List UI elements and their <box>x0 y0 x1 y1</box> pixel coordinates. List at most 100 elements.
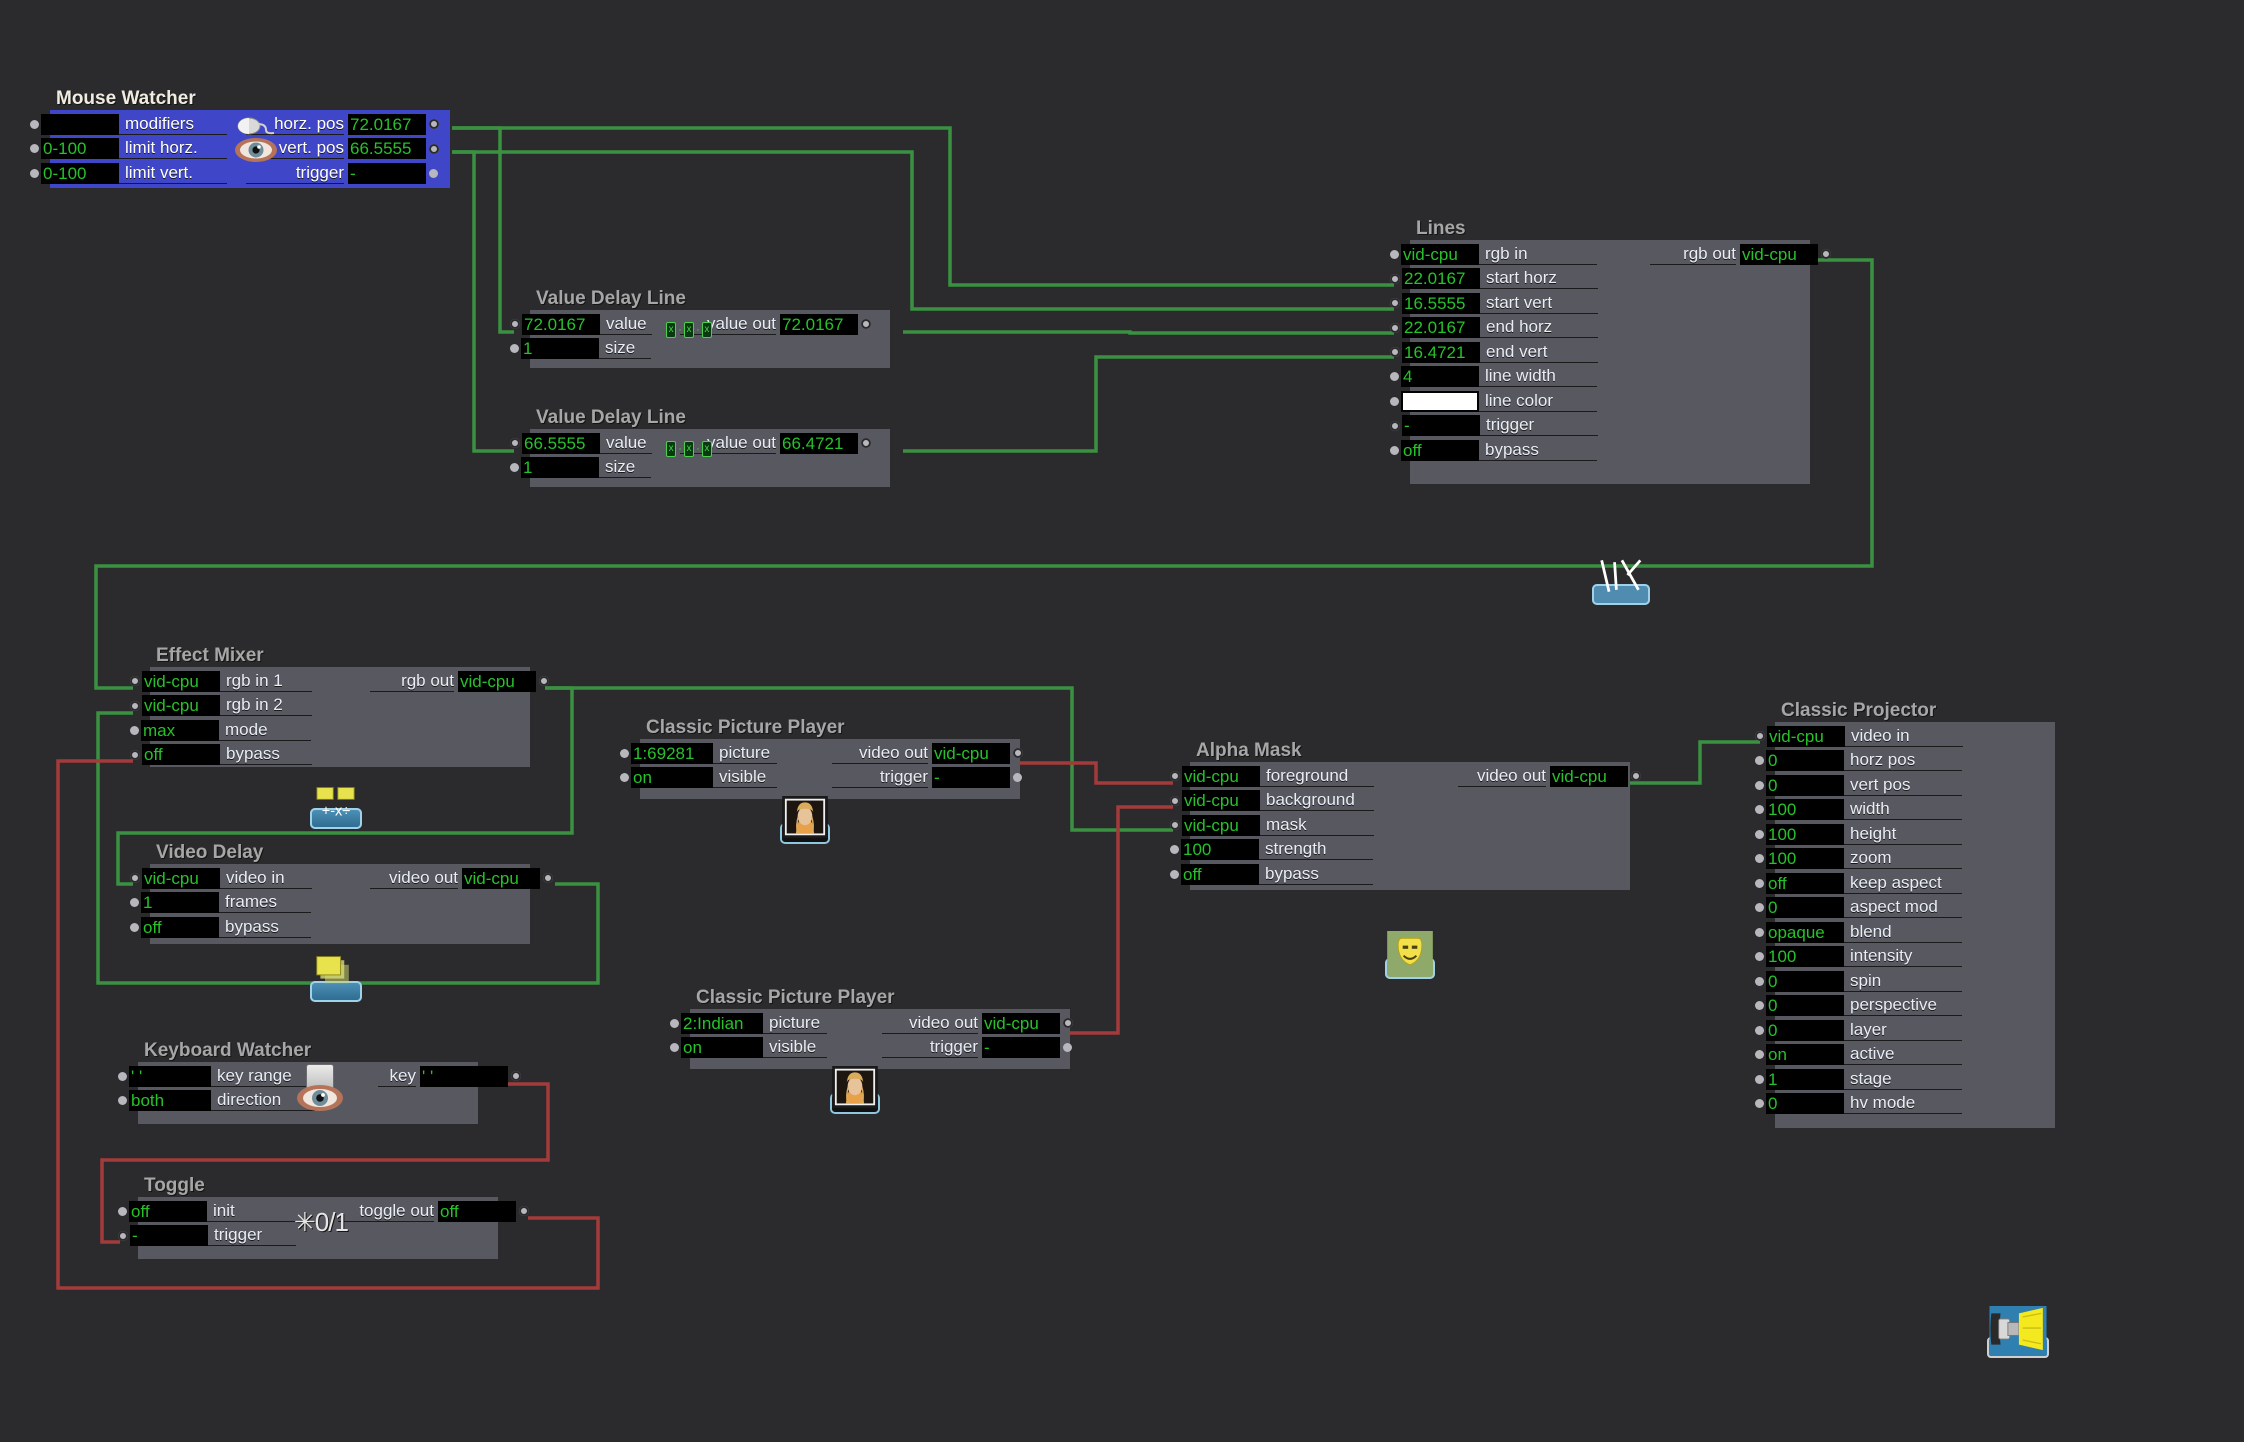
picture-field[interactable]: 2:Indian <box>681 1012 763 1034</box>
limit-horz-field[interactable]: 0-100 <box>41 138 119 160</box>
value-field[interactable]: 72.0167 <box>522 313 600 335</box>
param-row[interactable]: off bypass <box>1170 862 1630 887</box>
bypass-field[interactable]: off <box>1181 863 1259 885</box>
zoom-field[interactable]: 100 <box>1766 848 1844 870</box>
background-field[interactable]: vid-cpu <box>1182 790 1260 812</box>
param-row[interactable]: 0 vert pos <box>1755 773 2055 798</box>
param-row[interactable]: off bypass <box>130 915 530 940</box>
input-port[interactable] <box>1390 445 1399 455</box>
param-row[interactable]: vid-cpu background <box>1170 789 1630 814</box>
input-port[interactable] <box>130 700 140 711</box>
size-field[interactable]: 1 <box>521 457 599 479</box>
param-row[interactable]: 100 zoom <box>1755 847 2055 872</box>
input-port[interactable] <box>1755 878 1764 888</box>
size-field[interactable]: 1 <box>521 338 599 360</box>
param-row[interactable]: 22.0167 start horz <box>1390 267 1810 292</box>
param-row[interactable]: 1 frames <box>130 891 530 916</box>
trigger-value[interactable]: - <box>932 767 1010 789</box>
input-port[interactable] <box>620 748 629 758</box>
output-port[interactable] <box>1063 1018 1073 1029</box>
param-row[interactable]: vid-cpu rgb in 2 <box>130 694 530 719</box>
input-port[interactable] <box>118 1206 127 1216</box>
input-port[interactable] <box>510 319 520 330</box>
end-horz-field[interactable]: 22.0167 <box>1402 317 1480 339</box>
param-row[interactable]: off bypass <box>130 743 530 768</box>
param-row[interactable]: 0 horz pos <box>1755 749 2055 774</box>
param-row[interactable]: 16.4721 end vert <box>1390 340 1810 365</box>
input-port[interactable] <box>1755 1050 1764 1060</box>
param-row[interactable]: 100 height <box>1755 822 2055 847</box>
input-port[interactable] <box>620 773 629 783</box>
video-out-value[interactable]: vid-cpu <box>462 867 540 889</box>
layer-field[interactable]: 0 <box>1766 1019 1844 1041</box>
param-row[interactable]: 0 layer <box>1755 1018 2055 1043</box>
input-port[interactable] <box>130 898 139 908</box>
perspective-field[interactable]: 0 <box>1766 995 1844 1017</box>
param-row[interactable]: 1 size <box>510 456 890 481</box>
input-port[interactable] <box>1390 322 1400 333</box>
trigger-field[interactable]: - <box>1402 415 1480 437</box>
frames-field[interactable]: 1 <box>141 892 219 914</box>
param-row[interactable]: 0 aspect mod <box>1755 896 2055 921</box>
input-port[interactable] <box>1390 273 1400 284</box>
video-in-field[interactable]: vid-cpu <box>142 867 220 889</box>
keep-aspect-field[interactable]: off <box>1766 872 1844 894</box>
output-port[interactable] <box>429 168 438 178</box>
spin-field[interactable]: 0 <box>1766 970 1844 992</box>
output-port[interactable] <box>511 1071 521 1082</box>
hv-mode-field[interactable]: 0 <box>1766 1093 1844 1115</box>
param-row[interactable]: 0 hv mode <box>1755 1092 2055 1117</box>
strength-field[interactable]: 100 <box>1181 839 1259 861</box>
key-out-value[interactable]: ' ' <box>420 1065 508 1087</box>
param-row[interactable]: 4 line width <box>1390 365 1810 390</box>
rgb-out-value[interactable]: vid-cpu <box>1740 243 1818 265</box>
bypass-field[interactable]: off <box>142 744 220 766</box>
input-port[interactable] <box>510 463 519 473</box>
end-vert-field[interactable]: 16.4721 <box>1402 341 1480 363</box>
param-row[interactable]: 0-100 limit vert. trigger - <box>30 161 450 186</box>
output-port[interactable] <box>1631 771 1641 782</box>
video-out-value[interactable]: vid-cpu <box>932 742 1010 764</box>
output-port[interactable] <box>543 873 553 884</box>
param-row[interactable]: 2:Indian picture video out vid-cpu <box>670 1011 1073 1036</box>
param-row[interactable]: 1 stage <box>1755 1067 2055 1092</box>
input-port[interactable] <box>670 1018 679 1028</box>
param-row[interactable]: on visible trigger - <box>670 1036 1072 1061</box>
vert-pos-field[interactable]: 0 <box>1766 774 1844 796</box>
output-port[interactable] <box>861 319 871 330</box>
input-port[interactable] <box>1755 1025 1764 1035</box>
param-row[interactable]: 100 strength <box>1170 838 1630 863</box>
param-row[interactable]: - trigger <box>1390 414 1810 439</box>
input-port[interactable] <box>130 749 140 760</box>
stage-field[interactable]: 1 <box>1766 1068 1844 1090</box>
output-port[interactable] <box>429 119 439 130</box>
output-port[interactable] <box>1063 1043 1072 1053</box>
input-port[interactable] <box>1755 903 1764 913</box>
input-port[interactable] <box>1755 1099 1764 1109</box>
start-vert-field[interactable]: 16.5555 <box>1402 292 1480 314</box>
input-port[interactable] <box>670 1043 679 1053</box>
input-port[interactable] <box>1170 845 1179 855</box>
visible-field[interactable]: on <box>631 767 713 789</box>
video-out-value[interactable]: vid-cpu <box>982 1012 1060 1034</box>
limit-vert-field[interactable]: 0-100 <box>41 162 119 184</box>
blend-field[interactable]: opaque <box>1766 921 1844 943</box>
param-row[interactable]: vid-cpu video in video out vid-cpu <box>130 866 553 891</box>
bypass-field[interactable]: off <box>1401 439 1479 461</box>
input-port[interactable] <box>130 873 140 884</box>
output-port[interactable] <box>539 676 549 687</box>
output-port[interactable] <box>429 143 439 154</box>
input-port[interactable] <box>118 1071 127 1081</box>
aspect-mod-field[interactable]: 0 <box>1766 897 1844 919</box>
input-port[interactable] <box>1755 829 1764 839</box>
value-out[interactable]: 66.4721 <box>780 432 858 454</box>
input-port[interactable] <box>1755 952 1764 962</box>
input-port[interactable] <box>1755 927 1764 937</box>
input-port[interactable] <box>1390 347 1400 358</box>
param-row[interactable]: 0 perspective <box>1755 994 2055 1019</box>
param-row[interactable]: vid-cpu rgb in rgb out vid-cpu <box>1390 242 1831 267</box>
mode-field[interactable]: max <box>141 719 219 741</box>
horz-pos-value[interactable]: 72.0167 <box>348 113 426 135</box>
input-port[interactable] <box>30 168 39 178</box>
input-port[interactable] <box>510 344 519 354</box>
